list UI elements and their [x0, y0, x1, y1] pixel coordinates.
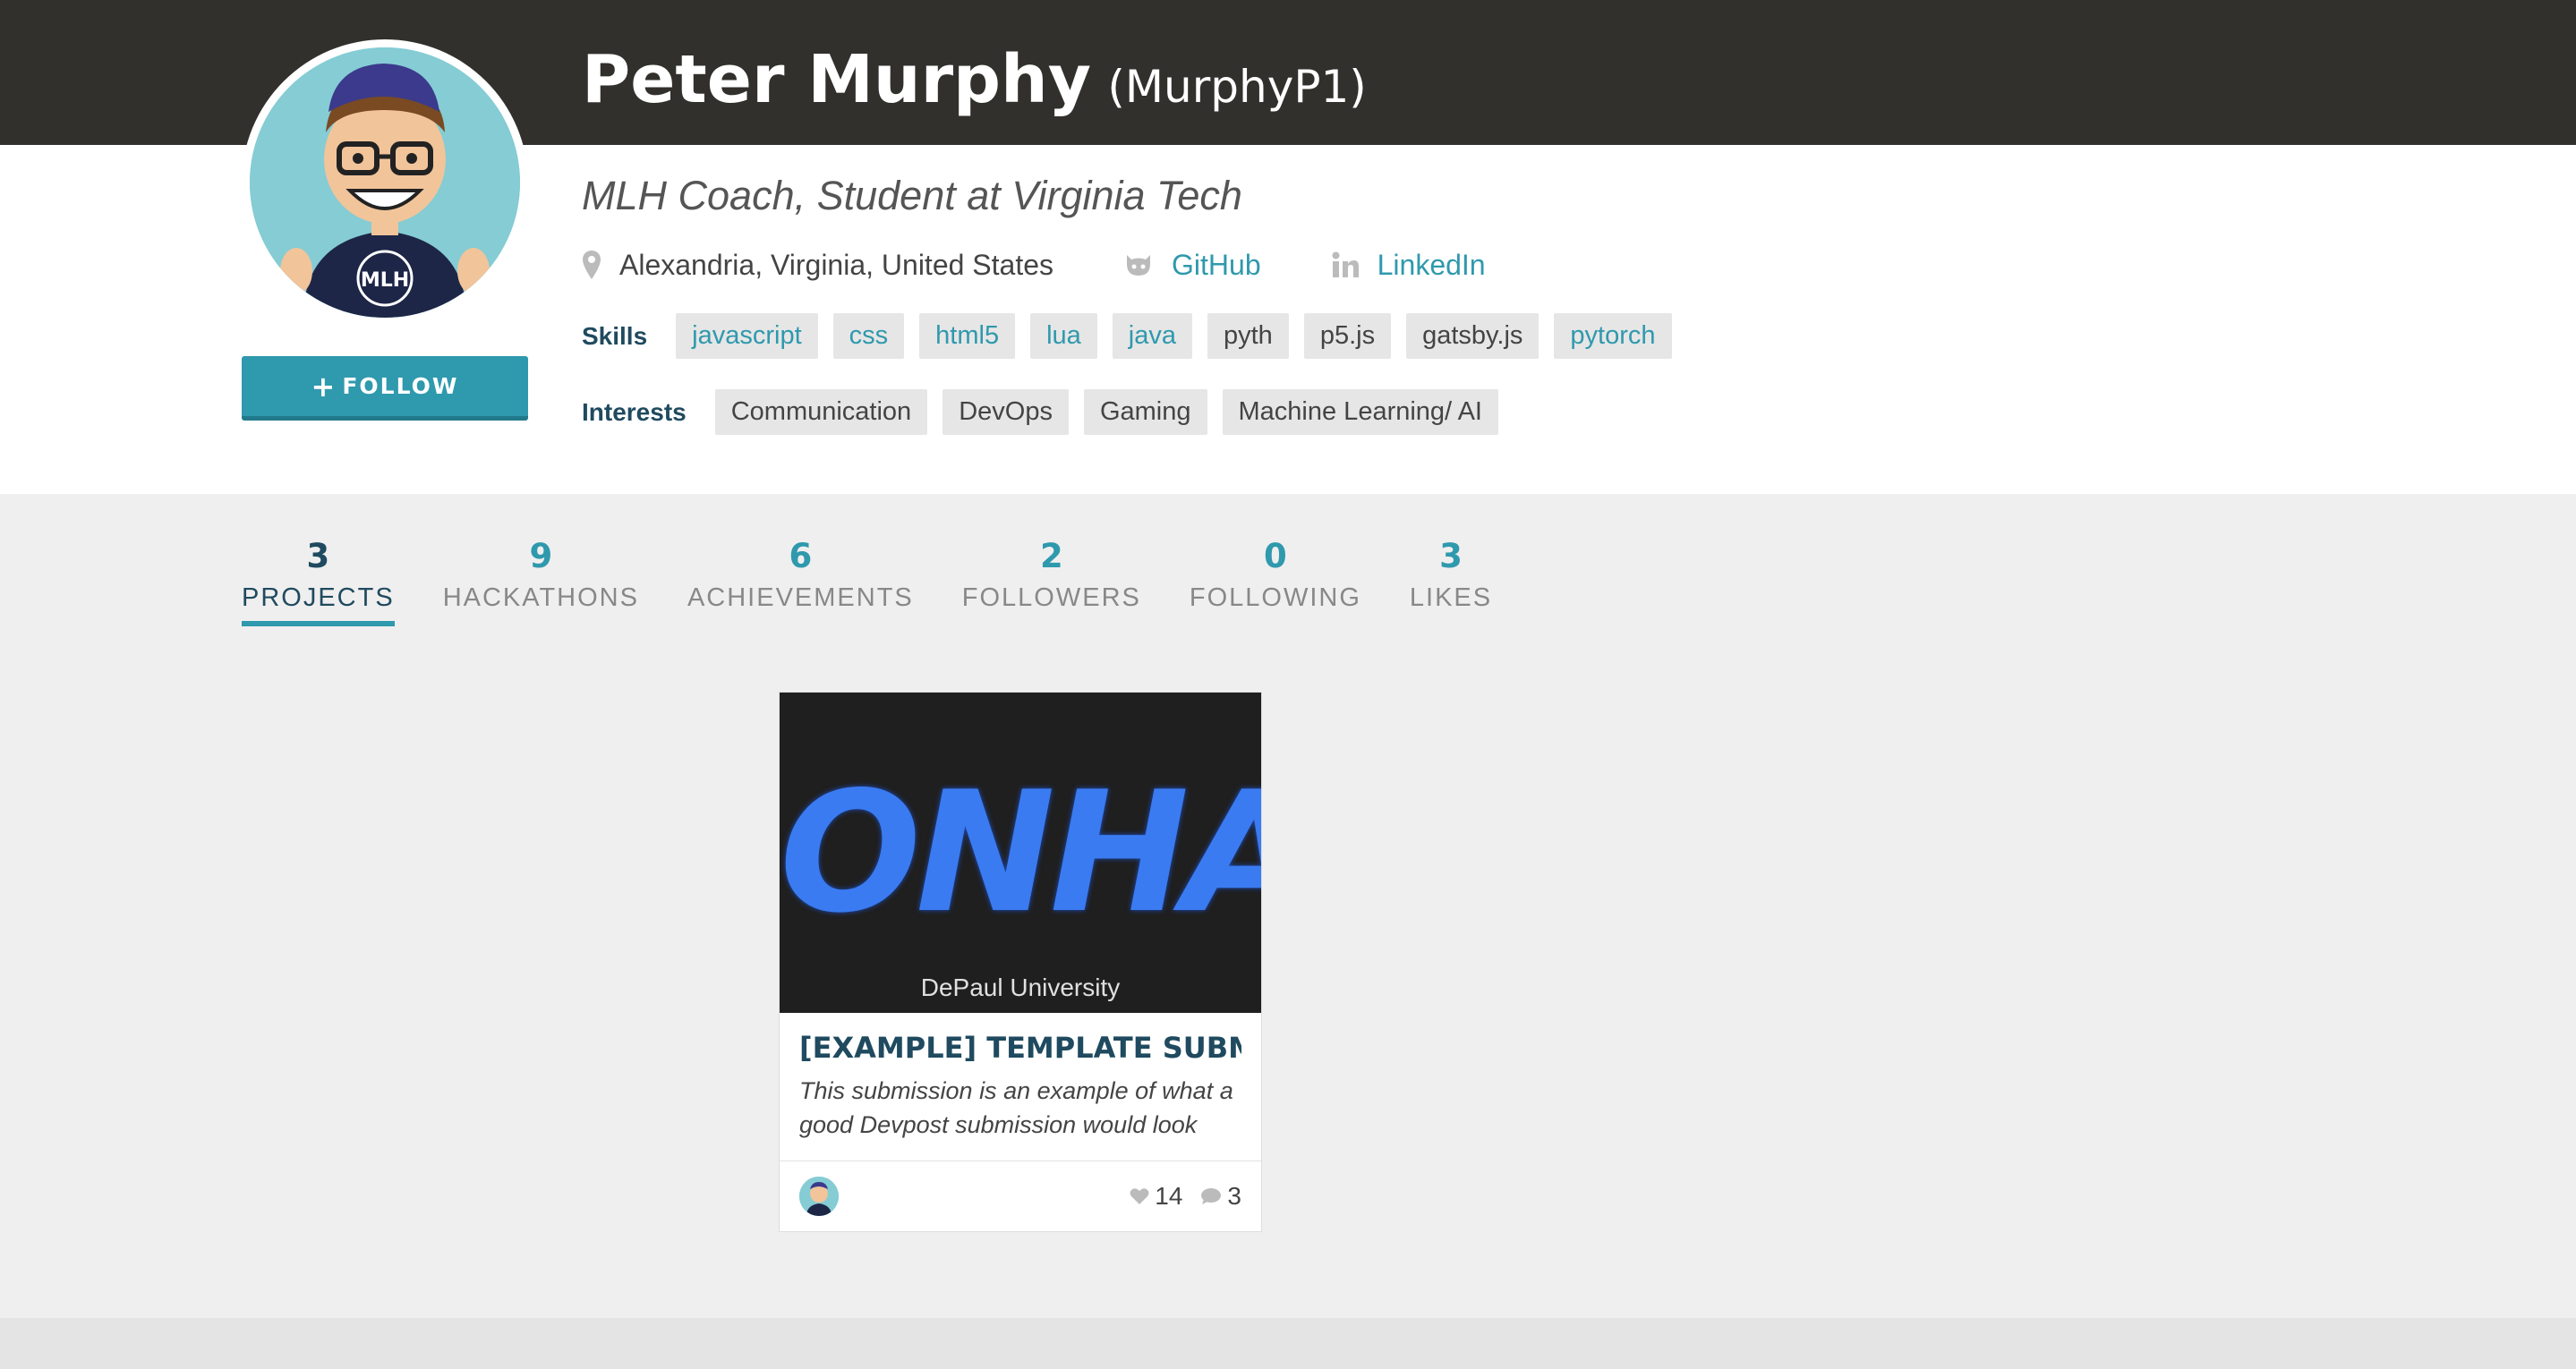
tab-projects[interactable]: 3 PROJECTS: [242, 533, 395, 626]
profile-tabs: 3 PROJECTS 9 HACKATHONS 6 ACHIEVEMENTS 2…: [242, 533, 1540, 626]
follow-label: FOLLOW: [342, 373, 459, 399]
project-footer: 14 3: [780, 1161, 1261, 1231]
skills-row: Skills javascript css html5 lua java pyt…: [582, 313, 1687, 359]
profile-bio: MLH Coach, Student at Virginia Tech: [582, 173, 1242, 218]
skill-tag[interactable]: css: [832, 313, 905, 359]
interest-tag: DevOps: [943, 389, 1069, 435]
github-label: GitHub: [1172, 248, 1261, 281]
project-card[interactable]: ONHA DePaul University [EXAMPLE] TEMPLAT…: [779, 692, 1262, 1232]
map-pin-icon: [583, 251, 601, 279]
tab-count: 3: [1439, 537, 1463, 575]
project-title[interactable]: [EXAMPLE] TEMPLATE SUBMI: [799, 1031, 1241, 1065]
interests-label: Interests: [582, 397, 687, 426]
skill-tag: gatsby.js: [1406, 313, 1540, 359]
skill-tag: pyth: [1207, 313, 1289, 359]
tab-count: 6: [789, 537, 813, 575]
profile-links: Alexandria, Virginia, United States GitH…: [582, 240, 1556, 290]
project-counts: 14 3: [1112, 1182, 1241, 1211]
tab-count: 2: [1039, 537, 1063, 575]
interest-tag: Communication: [714, 389, 928, 435]
skill-tag[interactable]: java: [1112, 313, 1192, 359]
tab-count: 3: [306, 537, 330, 575]
interests-row: Interests Communication DevOps Gaming Ma…: [582, 389, 1514, 435]
project-description: This submission is an example of what a …: [799, 1077, 1233, 1138]
tab-likes[interactable]: 3 LIKES: [1410, 533, 1492, 626]
skill-tag: p5.js: [1303, 313, 1392, 359]
skills-label: Skills: [582, 321, 648, 350]
skill-tag[interactable]: javascript: [676, 313, 818, 359]
comment-icon: [1201, 1188, 1222, 1204]
tab-count: 9: [529, 537, 553, 575]
project-thumbnail[interactable]: ONHA DePaul University: [780, 693, 1261, 1013]
skill-tag[interactable]: lua: [1030, 313, 1097, 359]
linkedin-icon: [1332, 251, 1359, 277]
thumbnail-caption: DePaul University: [920, 974, 1121, 1001]
project-info: [EXAMPLE] TEMPLATE SUBMI This submission…: [780, 1013, 1261, 1161]
avatar-illustration-icon: MLH: [250, 47, 520, 318]
linkedin-label: LinkedIn: [1377, 248, 1486, 281]
tab-label: HACKATHONS: [442, 583, 639, 612]
profile-name: Peter Murphy: [582, 41, 1091, 118]
comment-count-value: 3: [1227, 1182, 1241, 1210]
tab-label: FOLLOWING: [1189, 583, 1361, 612]
member-avatar-icon: [799, 1177, 839, 1216]
like-count-value: 14: [1155, 1182, 1183, 1210]
avatar: MLH: [242, 39, 528, 326]
profile-name-line: Peter Murphy (MurphyP1): [582, 41, 1367, 118]
comment-count[interactable]: 3: [1200, 1182, 1241, 1211]
skill-tag[interactable]: pytorch: [1554, 313, 1672, 359]
tab-label: PROJECTS: [242, 583, 395, 612]
tab-label: FOLLOWERS: [961, 583, 1141, 612]
interest-tag: Machine Learning/ AI: [1222, 389, 1498, 435]
plus-icon: +: [311, 369, 336, 404]
tab-followers[interactable]: 2 FOLLOWERS: [962, 533, 1141, 626]
github-icon: [1127, 255, 1151, 276]
interest-tag: Gaming: [1083, 389, 1207, 435]
like-count[interactable]: 14: [1130, 1182, 1182, 1211]
tab-hackathons[interactable]: 9 HACKATHONS: [443, 533, 639, 626]
location: Alexandria, Virginia, United States: [582, 249, 1053, 282]
member-avatar[interactable]: [799, 1177, 839, 1216]
footer-strip: [0, 1318, 2576, 1369]
tab-count: 0: [1264, 537, 1287, 575]
github-link[interactable]: GitHub: [1123, 249, 1261, 282]
linkedin-link[interactable]: LinkedIn: [1331, 249, 1486, 282]
svg-text:MLH: MLH: [361, 269, 409, 292]
profile-handle: (MurphyP1): [1107, 61, 1367, 113]
thumbnail-text: ONHA: [780, 755, 1261, 949]
skill-tag[interactable]: html5: [919, 313, 1016, 359]
tab-label: ACHIEVEMENTS: [687, 583, 914, 612]
follow-button[interactable]: + FOLLOW: [242, 356, 528, 421]
heart-icon: [1130, 1188, 1149, 1204]
location-text: Alexandria, Virginia, United States: [619, 248, 1054, 281]
tab-label: LIKES: [1409, 583, 1493, 612]
tab-achievements[interactable]: 6 ACHIEVEMENTS: [687, 533, 914, 626]
tab-following[interactable]: 0 FOLLOWING: [1190, 533, 1361, 626]
